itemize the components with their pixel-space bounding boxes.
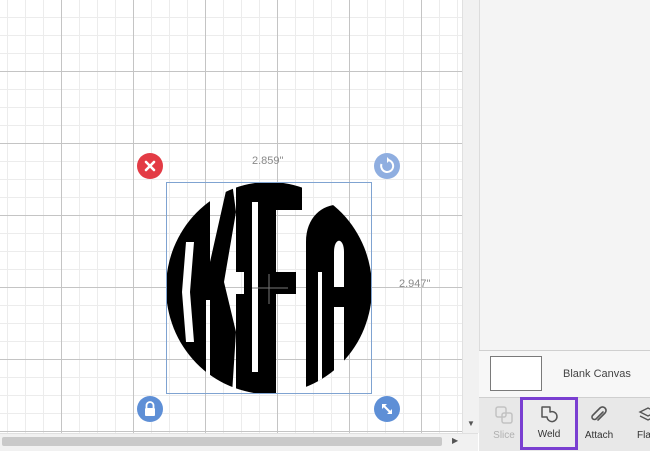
weld-label: Weld xyxy=(537,429,561,440)
rotate-handle[interactable] xyxy=(374,153,400,179)
attach-label: Attach xyxy=(584,430,614,441)
vertical-scrollbar[interactable] xyxy=(462,0,479,433)
close-icon xyxy=(144,160,156,172)
lock-handle[interactable] xyxy=(137,396,163,422)
height-dimension-label: 2.947" xyxy=(399,278,431,290)
paperclip-icon xyxy=(591,406,607,421)
weld-button[interactable]: Weld xyxy=(520,397,578,450)
delete-handle[interactable] xyxy=(137,153,163,179)
scale-handle[interactable] xyxy=(374,396,400,422)
flatten-label: Fla xyxy=(637,430,650,441)
flatten-icon xyxy=(638,407,650,421)
resize-icon xyxy=(382,404,392,414)
rotate-icon xyxy=(380,157,395,173)
horizontal-scroll-thumb[interactable] xyxy=(2,437,442,446)
selection-box[interactable] xyxy=(166,182,372,394)
flatten-button[interactable]: Fla xyxy=(628,398,650,448)
scroll-down-arrow-icon[interactable]: ▼ xyxy=(467,420,475,428)
width-dimension-label: 2.859" xyxy=(252,155,284,167)
canvas-label: Blank Canvas xyxy=(563,368,631,380)
attach-button[interactable]: Attach xyxy=(573,398,625,448)
slice-icon xyxy=(495,406,513,424)
scroll-right-arrow-icon[interactable]: ▶ xyxy=(452,437,458,445)
canvas-swatch[interactable] xyxy=(490,356,542,391)
lock-icon xyxy=(145,401,155,416)
weld-icon xyxy=(541,406,558,423)
